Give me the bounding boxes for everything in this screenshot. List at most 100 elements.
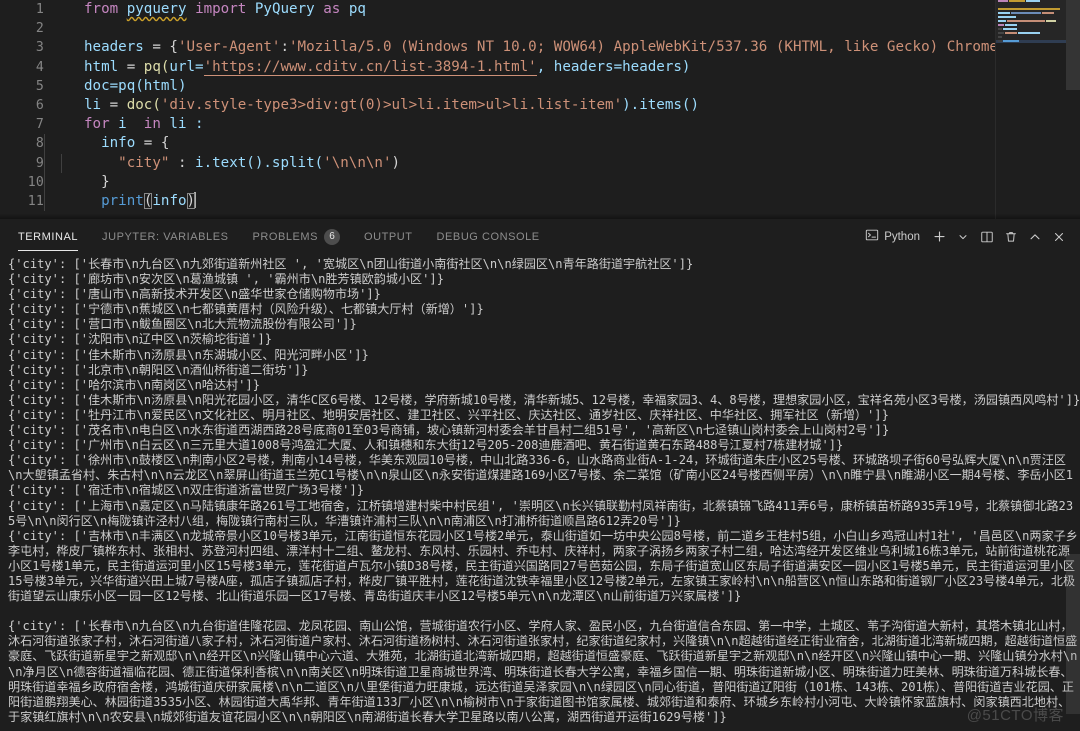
code-line-content[interactable]: headers = {'User-Agent':'Mozilla/5.0 (Wi… [44, 38, 1058, 57]
line-number: 3 [35, 40, 44, 56]
line-number: 5 [35, 78, 44, 94]
line-number: 1 [35, 2, 44, 17]
token-headers-var: headers [84, 39, 144, 56]
terminal-line: {'city': ['宿迁市\n宿城区\n双庄街道浙富世贸广场3号楼']} [8, 483, 365, 498]
terminal-line: {'city': ['牡丹江市\n爱民区\n文化社区、明月社区、地明安居社区、建… [8, 407, 889, 422]
token-li-iter: li : [160, 116, 204, 133]
token-pq-call: pq( [143, 58, 170, 75]
code-line-content[interactable]: print(info) [44, 191, 197, 212]
code-line[interactable]: 8 info = { [0, 134, 1062, 154]
code-line[interactable]: 5 doc=pq(html) [0, 77, 1062, 96]
code-line[interactable]: 1 from pyquery import PyQuery as pq [0, 0, 1062, 19]
token-i-text-split: i.text().split( [195, 154, 324, 171]
code-line[interactable]: 4 html = pq(url='https://www.cditv.cn/li… [0, 58, 1062, 77]
line-number: 2 [35, 21, 44, 37]
indent-guide [44, 134, 45, 154]
code-line[interactable]: 2 [0, 19, 1062, 38]
terminal-wrapped-entry: {'city': ['上海市\n嘉定区\n马陆镇康年路261号工地宿舍，江桥镇增… [8, 499, 1080, 529]
line-number: 8 [35, 136, 44, 152]
token-import: import [195, 1, 247, 17]
code-line-content[interactable]: info = { [44, 134, 169, 154]
token-pq: pq [348, 1, 366, 17]
token-i-var: i [109, 116, 144, 133]
new-terminal-dropdown-button[interactable] [952, 226, 974, 248]
terminal-line: {'city': ['长春市\n九台区\n九郊街道新州社区 ', '宽城区\n团… [8, 257, 694, 271]
new-terminal-button[interactable] [928, 226, 950, 248]
tab-problems[interactable]: PROBLEMS 6 [252, 219, 341, 254]
token-print: print [101, 192, 144, 209]
terminal-kind-label: Python [884, 230, 920, 243]
split-terminal-button[interactable] [976, 226, 998, 248]
text-cursor [194, 191, 197, 208]
terminal-line: {'city': ['广州市\n白云区\n三元里大道1008号鸿盈汇大厦、人和镇… [8, 438, 844, 453]
editor-minimap[interactable] [996, 0, 1066, 219]
panel-actions[interactable]: Python [865, 219, 1070, 254]
terminal-wrapped-entry: {'city': ['徐州市\n鼓楼区\n荆南小区2号楼，荆南小14号楼，华美东… [8, 453, 1080, 483]
close-panel-button[interactable] [1048, 226, 1070, 248]
token-colon-sep: : [169, 154, 196, 171]
terminal-line: {'city': ['佳木斯市\n汤原县\n阳光花园小区，清华C区6号楼、12号… [8, 392, 1080, 407]
terminal-line: {'city': ['沈阳市\n辽中区\n茨榆坨街道']} [8, 332, 273, 347]
code-editor[interactable]: 1 from pyquery import PyQuery as pq 2 3 … [0, 0, 1080, 219]
token-for: for [84, 116, 110, 133]
code-line[interactable]: 3 headers = {'User-Agent':'Mozilla/5.0 (… [0, 38, 1062, 57]
kill-terminal-button[interactable] [1000, 226, 1022, 248]
terminal-line: {'city': ['哈尔滨市\n南岗区\n哈达村']} [8, 377, 260, 392]
line-number: 4 [35, 59, 44, 75]
code-lines-container[interactable]: 1 from pyquery import PyQuery as pq 2 3 … [0, 0, 1062, 219]
token-city-key: "city" [118, 154, 170, 171]
code-line-content[interactable]: from pyquery import PyQuery as pq [44, 0, 366, 19]
code-line-content[interactable]: for i in li : [44, 115, 204, 134]
code-line[interactable]: 7 for i in li : [0, 115, 1062, 134]
code-line[interactable]: 10 } [0, 172, 1062, 192]
terminal-output[interactable]: {'city': ['长春市\n九台区\n九郊街道新州社区 ', '宽城区\n团… [0, 254, 1080, 731]
maximize-panel-button[interactable] [1024, 226, 1046, 248]
terminal-selector[interactable]: Python [865, 228, 920, 245]
terminal-line: {'city': ['宁德市\n蕉城区\n七都镇黄厝村（风险升级）、七都镇大厅村… [8, 302, 484, 317]
terminal-scrollbar-thumb[interactable] [1066, 554, 1080, 714]
editor-scrollbar[interactable] [1066, 0, 1080, 219]
token-brace-open: { [169, 39, 178, 56]
code-line-content[interactable]: } [44, 172, 110, 192]
tab-output[interactable]: OUTPUT [364, 219, 413, 254]
tab-debug-console-label: DEBUG CONSOLE [436, 230, 540, 243]
line-number: 11 [27, 193, 44, 209]
panel-tab-bar[interactable]: TERMINAL JUPYTER: VARIABLES PROBLEMS 6 O… [0, 219, 1080, 254]
code-line-active[interactable]: 11 print(info) [0, 191, 1062, 212]
code-line-content[interactable]: li = doc('div.style-type3>div:gt(0)>ul>l… [44, 96, 699, 115]
token-li-var: li [84, 96, 102, 113]
bottom-panel: TERMINAL JUPYTER: VARIABLES PROBLEMS 6 O… [0, 219, 1080, 731]
minimap-slider[interactable] [996, 0, 1066, 40]
tab-debug-console[interactable]: DEBUG CONSOLE [437, 219, 540, 254]
line-number: 9 [35, 155, 44, 171]
tab-terminal[interactable]: TERMINAL [18, 219, 79, 254]
token-as: as [323, 1, 341, 17]
token-assign: = [118, 58, 144, 75]
token-ua-key: 'User-Agent' [177, 39, 281, 56]
code-line[interactable]: 6 li = doc('div.style-type3>div:gt(0)>ul… [0, 96, 1062, 115]
terminal-line: {'city': ['上海市\n嘉定区\n马陆镇康年路261号工地宿舍，江桥镇增… [8, 498, 1074, 528]
code-line[interactable]: 9 "city" : i.text().split('\n\n\n') [0, 153, 1062, 173]
editor-scrollbar-thumb[interactable] [1066, 0, 1080, 90]
tab-jupyter-variables[interactable]: JUPYTER: VARIABLES [102, 219, 228, 254]
token-assign: = [143, 39, 170, 56]
code-line-content[interactable]: doc=pq(html) [44, 77, 187, 96]
terminal-line: {'city': ['营口市\n鲅鱼圈区\n北大荒物流股份有限公司']} [8, 317, 357, 332]
terminal-line: {'city': ['长春市\n九台区\n九台街道佳隆花园、龙凤花园、南山公馆，… [8, 619, 1078, 724]
token-headers-kwarg: , headers=headers) [536, 58, 691, 75]
code-line-content[interactable]: html = pq(url='https://www.cditv.cn/list… [44, 58, 690, 77]
token-from: from [84, 1, 119, 17]
token-brace-close: } [101, 173, 110, 190]
line-number: 10 [27, 174, 44, 190]
url-link[interactable]: 'https://www.cditv.cn/list-3894-1.html' [203, 58, 537, 76]
token-PyQuery: PyQuery [254, 1, 315, 17]
terminal-wrapped-entry: {'city': ['吉林市\n丰满区\n龙城帝景小区10号楼3单元，江南街道恒… [8, 529, 1080, 620]
token-colon: : [280, 39, 290, 56]
terminal-icon [865, 228, 879, 245]
terminal-scrollbar[interactable] [1066, 254, 1080, 731]
token-in: in [143, 116, 161, 133]
code-line-content[interactable]: "city" : i.text().split('\n\n\n') [44, 153, 400, 173]
token-assign: = [101, 96, 127, 113]
terminal-line: {'city': ['吉林市\n丰满区\n龙城帝景小区10号楼3单元，江南街道恒… [8, 528, 1078, 604]
token-assign: = [135, 135, 161, 152]
